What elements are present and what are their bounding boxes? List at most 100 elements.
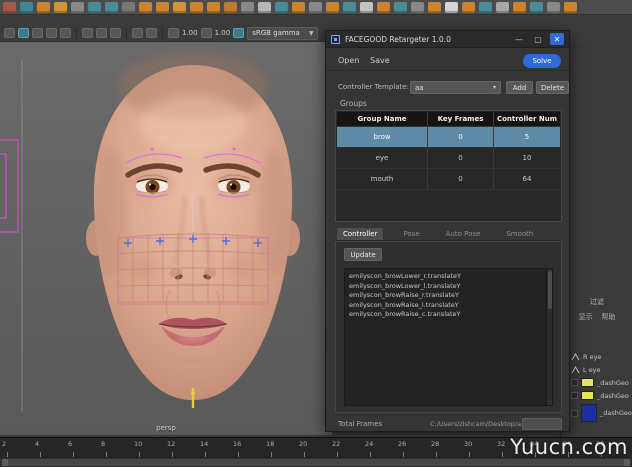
update-button[interactable]: Update xyxy=(344,248,382,261)
shelf-tool-icon[interactable] xyxy=(513,2,526,13)
shelf-tool-icon[interactable] xyxy=(139,2,152,13)
controller-list-item[interactable]: emilyscon_browLower_l.translateY xyxy=(349,282,552,292)
safe-title-icon[interactable] xyxy=(110,28,121,38)
gamma-value[interactable]: 1.00 xyxy=(215,29,231,37)
shelf-tool-icon[interactable] xyxy=(71,2,84,13)
shelf-tool-icon[interactable] xyxy=(411,2,424,13)
solve-button[interactable]: Solve xyxy=(523,54,561,68)
controller-list-item[interactable]: emilyscon_browLower_r.translateY xyxy=(349,272,552,282)
shelf-tool-icon[interactable] xyxy=(360,2,373,13)
shelf-tool-icon[interactable] xyxy=(20,2,33,13)
timeline-tick[interactable]: 10 xyxy=(132,438,165,458)
timeline-tick[interactable]: 20 xyxy=(297,438,330,458)
shelf-tool-icon[interactable] xyxy=(122,2,135,13)
shelf-tool-icon[interactable] xyxy=(54,2,67,13)
path-field[interactable] xyxy=(522,418,562,430)
shelf-tool-icon[interactable] xyxy=(258,2,271,13)
tab-controller[interactable]: Controller xyxy=(337,228,384,240)
isolate-select-icon[interactable] xyxy=(132,28,143,38)
timeline-tick[interactable]: 14 xyxy=(198,438,231,458)
shelf-tool-icon[interactable] xyxy=(428,2,441,13)
minimize-button[interactable]: — xyxy=(512,33,526,45)
layer-visibility-toggle[interactable] xyxy=(571,409,578,417)
shelf-tool-icon[interactable] xyxy=(377,2,390,13)
camera-label[interactable]: persp xyxy=(0,424,332,432)
timeline-tick[interactable]: 2 xyxy=(0,438,33,458)
shelf-tool-icon[interactable] xyxy=(190,2,203,13)
gate-mask-icon[interactable] xyxy=(60,28,71,38)
shelf-tool-icon[interactable] xyxy=(530,2,543,13)
viewport-3d[interactable]: persp xyxy=(0,42,332,435)
menu-save[interactable]: Save xyxy=(370,56,390,65)
exposure-icon[interactable] xyxy=(168,28,179,38)
timeline-tick[interactable]: 12 xyxy=(165,438,198,458)
layer-visibility-toggle[interactable] xyxy=(571,379,578,386)
timeline-tick[interactable]: 26 xyxy=(396,438,429,458)
shelf-tool-icon[interactable] xyxy=(394,2,407,13)
shelf-tool-icon[interactable] xyxy=(88,2,101,13)
range-slider-bar[interactable] xyxy=(2,459,630,466)
layer-color-swatch[interactable] xyxy=(581,404,597,422)
timeline-tick[interactable]: 16 xyxy=(231,438,264,458)
shelf-tool-icon[interactable] xyxy=(343,2,356,13)
col-header-group-name[interactable]: Group Name xyxy=(337,112,428,127)
layer-row[interactable]: _dashGeo xyxy=(561,389,632,402)
delete-button[interactable]: Delete xyxy=(536,81,569,94)
colorspace-dropdown[interactable]: sRGB gamma ▼ xyxy=(247,26,319,40)
field-chart-icon[interactable] xyxy=(82,28,93,38)
layer-editor-help-menu[interactable]: 帮助 xyxy=(602,312,616,322)
shelf-tool-icon[interactable] xyxy=(156,2,169,13)
shelf-tool-icon[interactable] xyxy=(207,2,220,13)
layer-color-swatch[interactable] xyxy=(581,391,594,400)
table-row-mouth[interactable]: mouth 0 64 xyxy=(337,169,560,190)
controller-list[interactable]: emilyscon_browLower_r.translateY emilysc… xyxy=(344,268,553,406)
col-header-key-frames[interactable]: Key Frames xyxy=(428,112,494,127)
timeline-tick[interactable]: 28 xyxy=(429,438,462,458)
xray-icon[interactable] xyxy=(146,28,157,38)
shelf-tool-icon[interactable] xyxy=(564,2,577,13)
scrollbar-thumb[interactable] xyxy=(548,271,552,309)
shelf-tool-icon[interactable] xyxy=(462,2,475,13)
table-row-brow[interactable]: brow 0 5 xyxy=(337,127,560,148)
exposure-value[interactable]: 1.00 xyxy=(182,29,198,37)
menu-open[interactable]: Open xyxy=(338,56,359,65)
tab-smooth[interactable]: Smooth xyxy=(500,228,539,240)
add-button[interactable]: Add xyxy=(506,81,533,94)
controller-list-item[interactable]: emilyscon_browRaise_c.translateY xyxy=(349,310,552,320)
shelf-tool-icon[interactable] xyxy=(241,2,254,13)
timeline-tick[interactable]: 22 xyxy=(330,438,363,458)
dialog-titlebar[interactable]: FACEGOOD Retargeter 1.0.0 — ▢ ✕ xyxy=(326,31,569,48)
shelf-tool-icon[interactable] xyxy=(105,2,118,13)
shelf-tool-icon[interactable] xyxy=(326,2,339,13)
shelf-tool-icon[interactable] xyxy=(479,2,492,13)
shelf-tool-icon[interactable] xyxy=(224,2,237,13)
layer-editor-filter-menu[interactable]: 过滤 xyxy=(561,297,632,307)
shelf-tool-icon[interactable] xyxy=(445,2,458,13)
layer-visibility-toggle[interactable] xyxy=(571,392,578,399)
shelf-tool-icon[interactable] xyxy=(496,2,509,13)
timeline-tick[interactable]: 4 xyxy=(33,438,66,458)
shelf-tool-icon[interactable] xyxy=(3,2,16,13)
camera-select-icon[interactable] xyxy=(4,28,15,38)
tab-auto-pose[interactable]: Auto Pose xyxy=(440,228,487,240)
timeline-tick[interactable]: 18 xyxy=(264,438,297,458)
resolution-gate-icon[interactable] xyxy=(46,28,57,38)
range-slider[interactable] xyxy=(0,458,632,467)
shelf-tool-icon[interactable] xyxy=(292,2,305,13)
shelf-tool-icon[interactable] xyxy=(275,2,288,13)
timeline-tick[interactable]: 6 xyxy=(66,438,99,458)
range-handle-right[interactable] xyxy=(624,459,630,466)
close-button[interactable]: ✕ xyxy=(550,33,564,45)
scrollbar[interactable] xyxy=(546,269,552,405)
shelf-tool-icon[interactable] xyxy=(37,2,50,13)
table-row-eye[interactable]: eye 0 10 xyxy=(337,148,560,169)
shelf-tool-icon[interactable] xyxy=(173,2,186,13)
layer-row[interactable]: L eye xyxy=(561,363,632,376)
col-header-controller-num[interactable]: Controller Num xyxy=(494,112,560,127)
shelf-tool-icon[interactable] xyxy=(547,2,560,13)
timeline-tick[interactable]: 24 xyxy=(363,438,396,458)
film-gate-icon[interactable] xyxy=(32,28,43,38)
controller-list-item[interactable]: emilyscon_browRaise_r.translateY xyxy=(349,291,552,301)
controller-template-dropdown[interactable]: aa ▾ xyxy=(410,81,501,94)
layer-color-swatch[interactable] xyxy=(581,378,594,387)
